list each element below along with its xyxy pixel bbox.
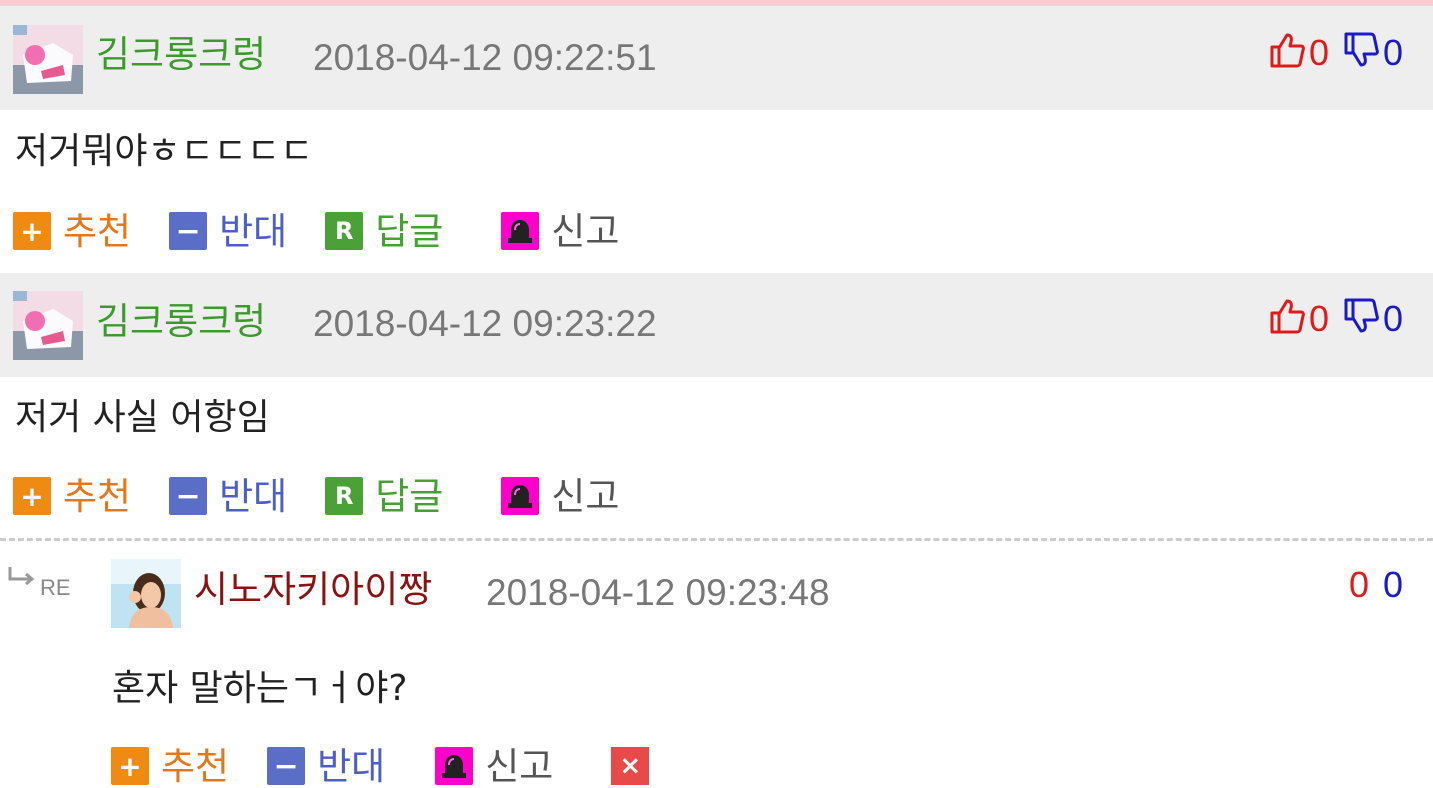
comment-nickname[interactable]: 김크롱크렁 xyxy=(96,303,266,340)
minus-icon: − xyxy=(169,212,208,250)
comment-text: 저거 사실 어항임 xyxy=(15,397,270,438)
comment-header: 김크롱크렁 2018-04-12 09:23:22 0 0 xyxy=(0,273,1433,377)
thumbs-down-icon[interactable] xyxy=(1343,297,1379,341)
avatar[interactable] xyxy=(13,291,83,360)
report-label: 신고 xyxy=(485,744,554,788)
reply-vote-counts: 0 0 xyxy=(1349,567,1403,603)
oppose-label: 반대 xyxy=(219,474,288,518)
reply-item: RE 시노자키아이짱 2018-04-12 09:23:48 0 0 혼자 말하… xyxy=(0,541,1433,785)
minus-icon: − xyxy=(267,747,306,785)
recommend-button[interactable]: + 추천 xyxy=(111,747,229,785)
recommend-button[interactable]: + 추천 xyxy=(13,212,131,250)
reply-arrow-icon xyxy=(6,565,36,593)
oppose-button[interactable]: − 반대 xyxy=(267,747,385,785)
up-count: 0 xyxy=(1348,564,1369,605)
siren-icon xyxy=(501,212,540,250)
oppose-button[interactable]: − 반대 xyxy=(169,212,287,250)
comment-timestamp: 2018-04-12 09:22:51 xyxy=(313,37,657,78)
report-label: 신고 xyxy=(551,209,620,253)
down-count: 0 xyxy=(1382,564,1403,605)
recommend-button[interactable]: + 추천 xyxy=(13,477,131,515)
plus-icon: + xyxy=(13,212,51,250)
reply-text: 혼자 말하는ㄱㅓ야? xyxy=(112,668,408,709)
recommend-label: 추천 xyxy=(161,744,230,788)
report-label: 신고 xyxy=(551,474,620,518)
oppose-button[interactable]: − 반대 xyxy=(169,477,287,515)
reply-timestamp: 2018-04-12 09:23:48 xyxy=(486,572,830,613)
reply-label: 답글 xyxy=(375,474,444,518)
up-count: 0 xyxy=(1308,298,1329,339)
down-count: 0 xyxy=(1382,298,1403,339)
avatar[interactable] xyxy=(13,25,83,94)
comment-nickname[interactable]: 김크롱크렁 xyxy=(96,36,266,73)
siren-icon xyxy=(435,747,474,785)
comment-timestamp: 2018-04-12 09:23:22 xyxy=(313,303,657,344)
comment-text: 저거뭐야ㅎㄷㄷㄷㄷ xyxy=(15,131,314,172)
oppose-label: 반대 xyxy=(317,744,386,788)
reply-actions: + 추천 − 반대 신고 × xyxy=(111,746,687,786)
r-icon: R xyxy=(325,477,364,515)
reply-label: 답글 xyxy=(375,209,444,253)
recommend-label: 추천 xyxy=(63,474,132,518)
reply-button[interactable]: R 답글 xyxy=(325,212,443,250)
reply-button[interactable]: R 답글 xyxy=(325,477,443,515)
plus-icon: + xyxy=(13,477,51,515)
plus-icon: + xyxy=(111,747,149,785)
thumbs-up-icon[interactable] xyxy=(1269,31,1305,75)
minus-icon: − xyxy=(169,477,208,515)
reply-nickname[interactable]: 시노자키아이짱 xyxy=(194,571,432,608)
close-icon: × xyxy=(611,747,650,785)
avatar[interactable] xyxy=(111,559,181,628)
report-button[interactable]: 신고 xyxy=(501,212,619,250)
thumbs-down-icon[interactable] xyxy=(1343,31,1379,75)
comment-actions: + 추천 − 반대 R 답글 신고 xyxy=(13,211,657,251)
r-icon: R xyxy=(325,212,364,250)
comment-header: 김크롱크렁 2018-04-12 09:22:51 0 0 xyxy=(0,6,1433,110)
up-count: 0 xyxy=(1308,32,1329,73)
vote-counts: 0 0 xyxy=(1269,297,1403,341)
recommend-label: 추천 xyxy=(63,209,132,253)
thumbs-up-icon[interactable] xyxy=(1269,297,1305,341)
siren-icon xyxy=(501,477,540,515)
re-label: RE xyxy=(40,575,71,600)
comment-item: 김크롱크렁 2018-04-12 09:22:51 0 0 저거뭐야ㅎㄷㄷㄷㄷ … xyxy=(0,6,1433,268)
comment-actions: + 추천 − 반대 R 답글 신고 xyxy=(13,476,657,516)
report-button[interactable]: 신고 xyxy=(501,477,619,515)
comment-item: 김크롱크렁 2018-04-12 09:23:22 0 0 저거 사실 어항임 … xyxy=(0,273,1433,535)
oppose-label: 반대 xyxy=(219,209,288,253)
vote-counts: 0 0 xyxy=(1269,31,1403,75)
down-count: 0 xyxy=(1382,32,1403,73)
report-button[interactable]: 신고 xyxy=(435,747,553,785)
delete-button[interactable]: × xyxy=(611,747,650,785)
